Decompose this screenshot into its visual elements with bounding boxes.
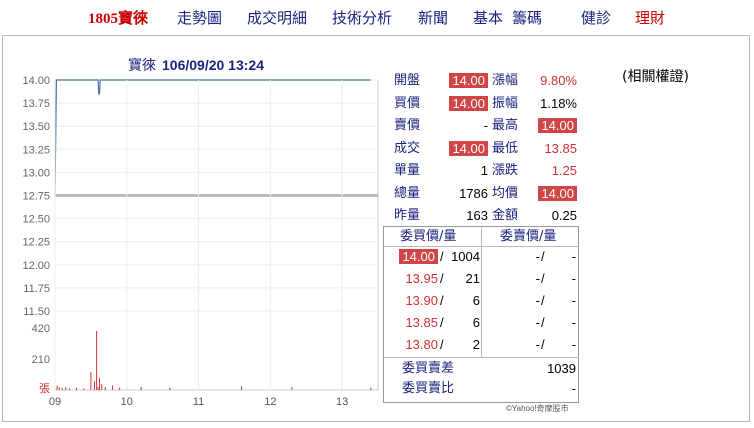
bid-volume-2: 6 bbox=[472, 293, 480, 308]
bid-ask-diff-label: 委買賣差 bbox=[402, 361, 455, 376]
quote-right-value-2-value: 14.00 bbox=[538, 118, 577, 133]
ask-separator-1: / bbox=[541, 271, 545, 286]
quote-label-3: 成交 bbox=[394, 140, 421, 156]
quote-value-1: 14.00 bbox=[436, 95, 488, 113]
bid-price-0-value: 14.00 bbox=[399, 249, 438, 264]
volume-tick-label-2: 張 bbox=[39, 382, 50, 395]
quote-right-value-5-value: 14.00 bbox=[538, 185, 577, 201]
quote-value-0-value: 14.00 bbox=[449, 73, 488, 88]
bid-volume-3: 6 bbox=[472, 315, 480, 330]
quote-right-value-6: 0.25 bbox=[551, 208, 577, 223]
quote-value-5: 1786 bbox=[459, 185, 488, 201]
ask-volume-0: - bbox=[571, 249, 576, 264]
x-tick-label-1: 10 bbox=[121, 396, 133, 408]
nav-link-7[interactable]: 健診 bbox=[581, 7, 611, 28]
quote-right-value-0: 9.80% bbox=[540, 73, 577, 88]
copyright: ©Yahoo!奇摩股市 bbox=[506, 404, 569, 413]
quote-right-value-3: 13.85 bbox=[544, 140, 577, 156]
bid-separator-4: / bbox=[440, 337, 444, 352]
bid-volume-0: 1004 bbox=[451, 249, 480, 264]
nav-link-4[interactable]: 新聞 bbox=[418, 7, 448, 28]
y-tick-label-7: 12.25 bbox=[22, 237, 50, 249]
quote-label-0: 開盤 bbox=[394, 73, 421, 88]
bid-price-0: 14.00 bbox=[386, 248, 438, 266]
quote-label-6: 昨量 bbox=[394, 208, 421, 223]
ask-volume-2: - bbox=[571, 293, 576, 308]
bid-separator-2: / bbox=[440, 293, 444, 308]
book-column-divider bbox=[481, 227, 482, 357]
quote-label-5: 總量 bbox=[394, 185, 421, 201]
ask-price-1: - bbox=[535, 271, 540, 286]
quote-value-2: - bbox=[483, 118, 488, 133]
ask-volume-4: - bbox=[571, 337, 576, 352]
nav-link-0[interactable]: 1805寶徠 bbox=[88, 7, 148, 28]
quote-value-4: 1 bbox=[480, 163, 488, 178]
top-navigation: 1805寶徠 走勢圖 成交明細 技術分析 新聞 基本 籌碼 健診 理財 bbox=[0, 0, 754, 34]
volume-tick-label-0: 420 bbox=[32, 323, 50, 335]
bid-header: 委買價/量 bbox=[400, 229, 457, 244]
x-tick-label-4: 13 bbox=[336, 396, 348, 408]
quote-right-value-1: 1.18% bbox=[540, 95, 577, 111]
quote-value-3: 14.00 bbox=[436, 140, 488, 158]
ask-header: 委賣價/量 bbox=[500, 229, 557, 244]
quote-right-value-5: 14.00 bbox=[523, 185, 577, 203]
y-tick-label-6: 12.50 bbox=[22, 214, 50, 226]
nav-link-8[interactable]: 理財 bbox=[635, 7, 665, 28]
nav-link-3[interactable]: 技術分析 bbox=[332, 7, 392, 28]
ask-separator-0: / bbox=[541, 249, 545, 264]
nav-link-2[interactable]: 成交明細 bbox=[247, 7, 307, 28]
bid-volume-4: 2 bbox=[472, 337, 480, 352]
y-tick-label-8: 12.00 bbox=[22, 260, 50, 272]
nav-link-6[interactable]: 籌碼 bbox=[512, 7, 542, 28]
ask-volume-3: - bbox=[571, 315, 576, 330]
quote-right-value-4: 1.25 bbox=[551, 163, 577, 178]
y-tick-label-3: 13.25 bbox=[22, 144, 50, 156]
y-tick-label-5: 12.75 bbox=[22, 191, 50, 203]
x-tick-label-2: 11 bbox=[193, 396, 204, 408]
x-tick-label-3: 12 bbox=[264, 396, 276, 408]
bid-price-3: 13.85 bbox=[405, 315, 438, 330]
y-tick-label-9: 11.75 bbox=[23, 283, 50, 295]
quote-label-1: 買價 bbox=[394, 95, 421, 111]
bid-price-4: 13.80 bbox=[405, 337, 438, 352]
ask-price-3: - bbox=[535, 315, 540, 330]
quote-value-1-value: 14.00 bbox=[449, 95, 488, 111]
bid-volume-1: 21 bbox=[465, 271, 480, 286]
ask-price-2: - bbox=[535, 293, 540, 308]
bid-price-1: 13.95 bbox=[405, 271, 438, 286]
intraday-chart: 14.00 13.75 13.50 13.25 13.00 12.75 12.50 12.25… bbox=[22, 75, 379, 408]
ask-price-4: - bbox=[535, 337, 540, 352]
quote-label-4: 單量 bbox=[394, 163, 421, 178]
bid-ask-ratio-value: - bbox=[571, 381, 576, 396]
ask-separator-3: / bbox=[541, 315, 545, 330]
nav-link-5[interactable]: 基本 bbox=[473, 7, 503, 28]
ask-separator-4: / bbox=[541, 337, 545, 352]
ask-volume-1: - bbox=[571, 271, 576, 286]
bid-separator-3: / bbox=[440, 315, 444, 330]
related-warrants-link[interactable]: (相關權證) bbox=[622, 66, 689, 86]
price-line bbox=[54, 79, 371, 196]
bid-ask-ratio-label: 委買賣比 bbox=[402, 381, 455, 396]
nav-link-1[interactable]: 走勢圖 bbox=[177, 7, 222, 28]
y-tick-label-2: 13.50 bbox=[22, 121, 50, 133]
bid-separator-1: / bbox=[440, 271, 444, 286]
y-tick-label-4: 13.00 bbox=[22, 167, 50, 179]
bid-ask-diff-value: 1039 bbox=[547, 361, 576, 376]
ask-price-0: - bbox=[535, 249, 540, 264]
quote-value-3-value: 14.00 bbox=[449, 140, 488, 156]
quote-label-2: 賣價 bbox=[394, 118, 421, 133]
quote-value-0: 14.00 bbox=[436, 72, 488, 90]
quote-value-6: 163 bbox=[466, 208, 488, 223]
ask-separator-2: / bbox=[541, 293, 545, 308]
bid-price-2: 13.90 bbox=[405, 293, 438, 308]
quote-right-value-2: 14.00 bbox=[523, 117, 577, 135]
y-tick-label-1: 13.75 bbox=[22, 98, 50, 110]
bid-separator-0: / bbox=[440, 249, 444, 264]
volume-tick-label-1: 210 bbox=[32, 354, 50, 366]
y-tick-label-0: 14.00 bbox=[22, 75, 50, 87]
y-tick-label-10: 11.50 bbox=[23, 306, 50, 318]
x-tick-label-0: 09 bbox=[49, 396, 61, 408]
book-footer-divider bbox=[384, 357, 579, 358]
